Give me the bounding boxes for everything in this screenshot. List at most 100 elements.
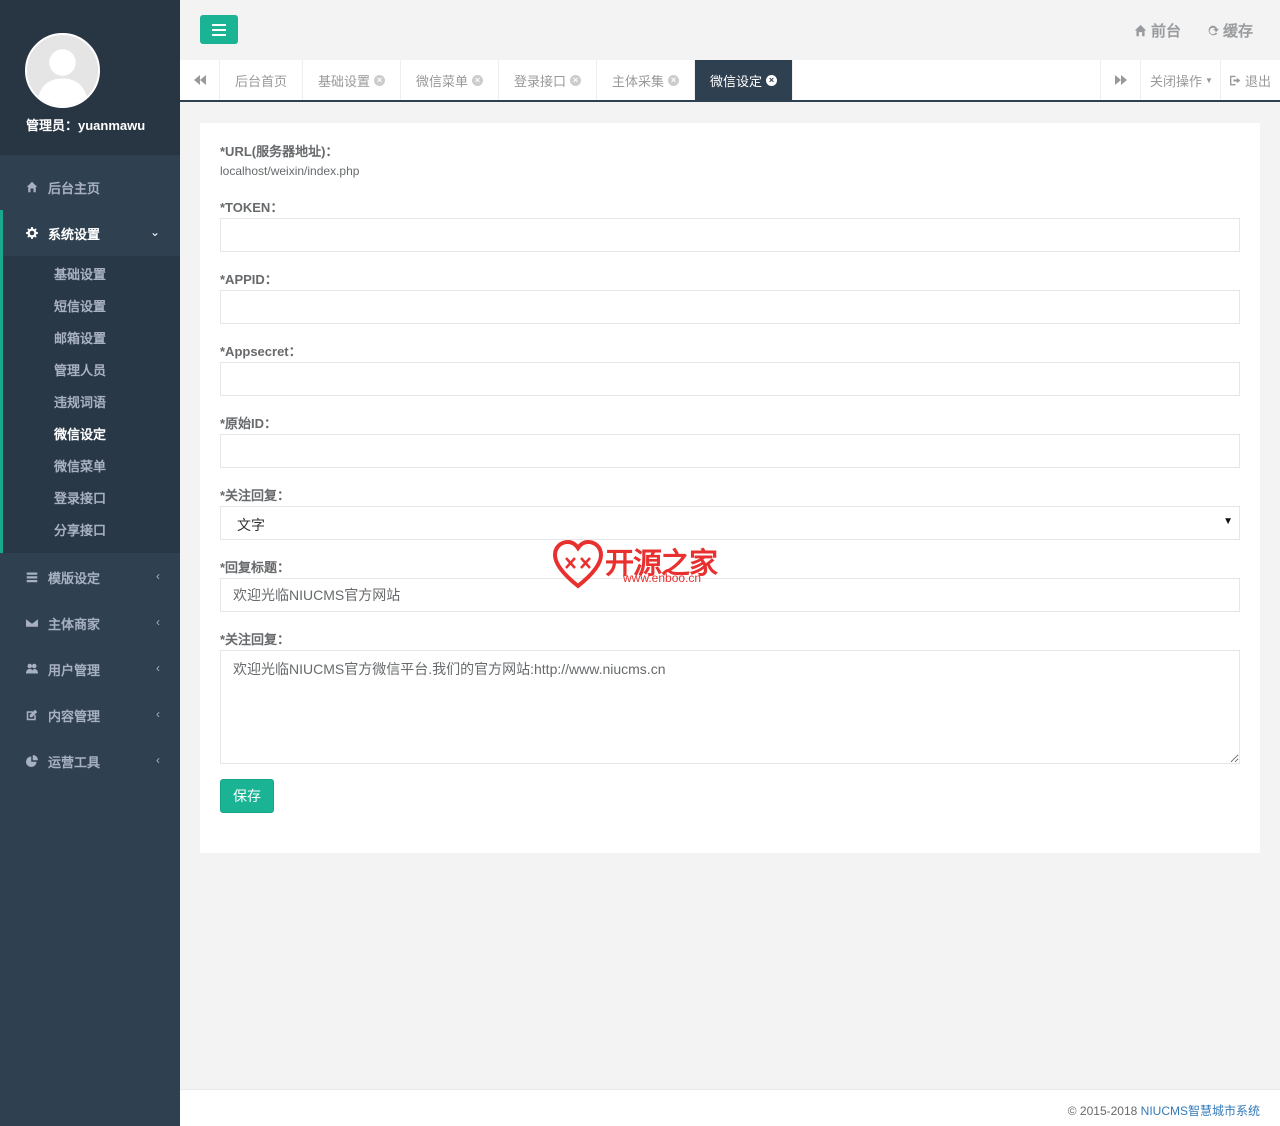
appid-label: *APPID： bbox=[220, 272, 278, 287]
tab-wechat-settings[interactable]: 微信设定 × bbox=[695, 60, 794, 100]
clear-cache-link[interactable]: 缓存 bbox=[1206, 20, 1253, 41]
sidebar-item-label: 系统设置 bbox=[48, 226, 101, 242]
tab-label: 微信设定 bbox=[710, 73, 763, 89]
sidebar-item-operations[interactable]: 运营工具 ‹ bbox=[0, 738, 180, 784]
close-icon[interactable]: × bbox=[766, 74, 778, 86]
sign-out-icon bbox=[1230, 75, 1241, 85]
close-ops-label: 关闭操作 bbox=[1150, 73, 1203, 89]
frontend-label: 前台 bbox=[1151, 23, 1182, 40]
forward-icon bbox=[1114, 75, 1127, 85]
wechat-settings-form: *URL(服务器地址)： localhost/weixin/index.php … bbox=[200, 123, 1260, 853]
pie-chart-icon bbox=[25, 754, 39, 768]
follow-reply-content-textarea[interactable]: 欢迎光临NIUCMS官方微信平台.我们的官方网站:http://www.niuc… bbox=[220, 650, 1240, 764]
logout-label: 退出 bbox=[1245, 73, 1272, 89]
footer: © 2015-2018 NIUCMS智慧城市系统 bbox=[180, 1089, 1280, 1126]
sub-item-wechat-menu[interactable]: 微信菜单 bbox=[54, 456, 106, 475]
tab-label: 后台首页 bbox=[235, 73, 288, 89]
close-icon[interactable]: × bbox=[472, 74, 484, 86]
sidebar-item-merchants[interactable]: 主体商家 ‹ bbox=[0, 600, 180, 646]
origin-id-input[interactable] bbox=[220, 434, 1240, 468]
menu-toggle-button[interactable] bbox=[200, 15, 238, 44]
template-icon bbox=[25, 570, 39, 584]
sidebar-item-label: 内容管理 bbox=[48, 708, 101, 724]
edit-icon bbox=[25, 708, 39, 722]
frontend-link[interactable]: 前台 bbox=[1134, 20, 1181, 41]
system-settings-submenu: 基础设置 短信设置 邮箱设置 管理人员 违规词语 微信设定 微信菜单 登录接口 … bbox=[0, 256, 180, 553]
close-icon[interactable]: × bbox=[668, 74, 680, 86]
user-silhouette-icon bbox=[27, 35, 98, 106]
tab-entity-collection[interactable]: 主体采集 × bbox=[597, 60, 696, 100]
close-operations-dropdown[interactable]: 关闭操作 ▼ bbox=[1140, 60, 1220, 100]
sub-item-wechat-settings[interactable]: 微信设定 bbox=[54, 424, 106, 443]
token-input[interactable] bbox=[220, 218, 1240, 252]
hamburger-icon bbox=[212, 23, 226, 36]
sidebar-item-templates[interactable]: 模版设定 ‹ bbox=[0, 554, 180, 600]
chevron-down-icon: ⌄ bbox=[149, 225, 160, 239]
caret-down-icon: ▼ bbox=[1205, 75, 1213, 85]
sub-item-administrators[interactable]: 管理人员 bbox=[54, 360, 106, 379]
origin-id-label: *原始ID： bbox=[220, 416, 278, 431]
sidebar-item-label: 运营工具 bbox=[48, 754, 101, 770]
sub-item-basic-settings[interactable]: 基础设置 bbox=[54, 264, 106, 283]
logout-button[interactable]: 退出 bbox=[1220, 60, 1280, 100]
chevron-left-icon: ‹ bbox=[156, 753, 160, 767]
sidebar-item-users[interactable]: 用户管理 ‹ bbox=[0, 646, 180, 692]
chevron-left-icon: ‹ bbox=[156, 615, 160, 629]
sidebar-item-system-settings[interactable]: 系统设置 ⌄ bbox=[0, 210, 180, 256]
refresh-icon bbox=[1208, 25, 1219, 36]
brand-link[interactable]: NIUCMS智慧城市系统 bbox=[1141, 1104, 1260, 1118]
appid-input[interactable] bbox=[220, 290, 1240, 324]
tab-scroll-right-button[interactable] bbox=[1100, 60, 1140, 100]
tab-wechat-menu[interactable]: 微信菜单 × bbox=[401, 60, 500, 100]
chevron-left-icon: ‹ bbox=[156, 707, 160, 721]
sidebar-item-content[interactable]: 内容管理 ‹ bbox=[0, 692, 180, 738]
heart-logo-icon bbox=[553, 540, 603, 589]
appsecret-label: *Appsecret： bbox=[220, 344, 302, 359]
sidebar-item-label: 模版设定 bbox=[48, 570, 101, 586]
follow-reply-content-label: *关注回复： bbox=[220, 632, 291, 647]
home-icon bbox=[1134, 24, 1147, 37]
save-button[interactable]: 保存 bbox=[220, 779, 274, 813]
sidebar-item-label: 用户管理 bbox=[48, 662, 101, 678]
appsecret-input[interactable] bbox=[220, 362, 1240, 396]
tab-label: 基础设置 bbox=[318, 73, 371, 89]
tab-bar: 后台首页 基础设置 × 微信菜单 × 登录接口 × 主体采集 × 微信设定 × … bbox=[180, 60, 1280, 102]
sidebar-item-label: 主体商家 bbox=[48, 616, 101, 632]
sidebar: 管理员：yuanmawu 后台主页 系统设置 ⌄ 基础设置 短信设置 邮箱设置 … bbox=[0, 0, 180, 1126]
sub-item-sms-settings[interactable]: 短信设置 bbox=[54, 296, 106, 315]
tab-basic-settings[interactable]: 基础设置 × bbox=[303, 60, 402, 100]
sub-item-share-api[interactable]: 分享接口 bbox=[54, 520, 106, 539]
tab-label: 微信菜单 bbox=[416, 73, 469, 89]
follow-reply-type-select[interactable]: 文字 ▼ bbox=[220, 506, 1240, 540]
envelope-icon bbox=[25, 616, 39, 630]
users-icon bbox=[25, 662, 39, 676]
token-label: *TOKEN： bbox=[220, 200, 284, 215]
avatar[interactable] bbox=[25, 33, 100, 108]
chevron-left-icon: ‹ bbox=[156, 569, 160, 583]
tab-label: 主体采集 bbox=[612, 73, 665, 89]
follow-reply-type-value: 文字 bbox=[237, 517, 265, 533]
reply-title-label: *回复标题： bbox=[220, 560, 291, 575]
admin-name: 管理员：yuanmawu bbox=[26, 118, 146, 133]
url-label: *URL(服务器地址)： bbox=[220, 144, 339, 159]
home-icon bbox=[25, 180, 39, 194]
tab-dashboard[interactable]: 后台首页 bbox=[220, 60, 304, 100]
sidebar-item-label: 后台主页 bbox=[48, 180, 101, 196]
tab-login-api[interactable]: 登录接口 × bbox=[499, 60, 598, 100]
close-icon[interactable]: × bbox=[374, 74, 386, 86]
follow-reply-label: *关注回复： bbox=[220, 488, 291, 503]
chevron-left-icon: ‹ bbox=[156, 661, 160, 675]
backward-icon bbox=[193, 75, 206, 85]
tab-scroll-left-button[interactable] bbox=[180, 60, 220, 100]
url-value: localhost/weixin/index.php bbox=[220, 164, 360, 178]
close-icon[interactable]: × bbox=[570, 74, 582, 86]
sub-item-email-settings[interactable]: 邮箱设置 bbox=[54, 328, 106, 347]
sidebar-profile: 管理员：yuanmawu bbox=[0, 0, 180, 155]
watermark-logo: 开源之家 www.enboo.cn bbox=[553, 538, 733, 590]
sub-item-login-api[interactable]: 登录接口 bbox=[54, 488, 106, 507]
sub-item-banned-words[interactable]: 违规词语 bbox=[54, 392, 106, 411]
cache-label: 缓存 bbox=[1223, 23, 1254, 40]
tab-label: 登录接口 bbox=[514, 73, 567, 89]
sidebar-item-home[interactable]: 后台主页 bbox=[0, 164, 180, 210]
copyright: © 2015-2018 NIUCMS智慧城市系统 bbox=[1068, 1102, 1260, 1119]
